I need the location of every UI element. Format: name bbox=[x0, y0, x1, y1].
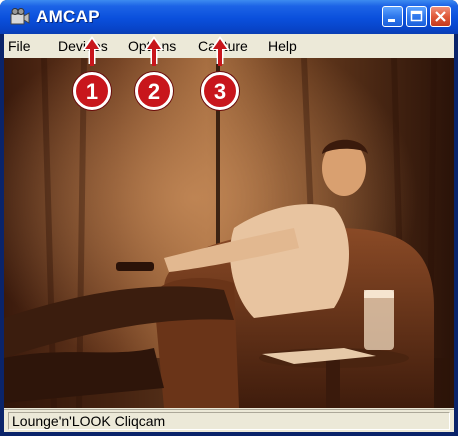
maximize-button[interactable] bbox=[406, 6, 427, 27]
callout-number: 2 bbox=[135, 72, 173, 110]
minimize-button[interactable] bbox=[382, 6, 403, 27]
callout-number: 1 bbox=[73, 72, 111, 110]
status-bar: Lounge'n'LOOK Cliqcam bbox=[4, 409, 454, 432]
close-icon bbox=[435, 11, 446, 22]
callout-1: 1 bbox=[67, 34, 117, 120]
callout-number: 3 bbox=[201, 72, 239, 110]
callout-3: 3 bbox=[195, 34, 245, 120]
window-title: AMCAP bbox=[36, 7, 100, 26]
minimize-icon bbox=[388, 19, 395, 22]
close-button[interactable] bbox=[430, 6, 451, 27]
amcap-window: AMCAP File Devices Options Capture Help bbox=[0, 0, 458, 436]
callout-2: 2 bbox=[129, 34, 179, 120]
title-bar[interactable]: AMCAP bbox=[0, 0, 458, 34]
app-camera-icon[interactable] bbox=[10, 8, 30, 26]
menu-help[interactable]: Help bbox=[268, 38, 297, 54]
menu-file[interactable]: File bbox=[8, 38, 31, 54]
maximize-icon bbox=[410, 10, 423, 22]
status-text: Lounge'n'LOOK Cliqcam bbox=[8, 412, 450, 430]
